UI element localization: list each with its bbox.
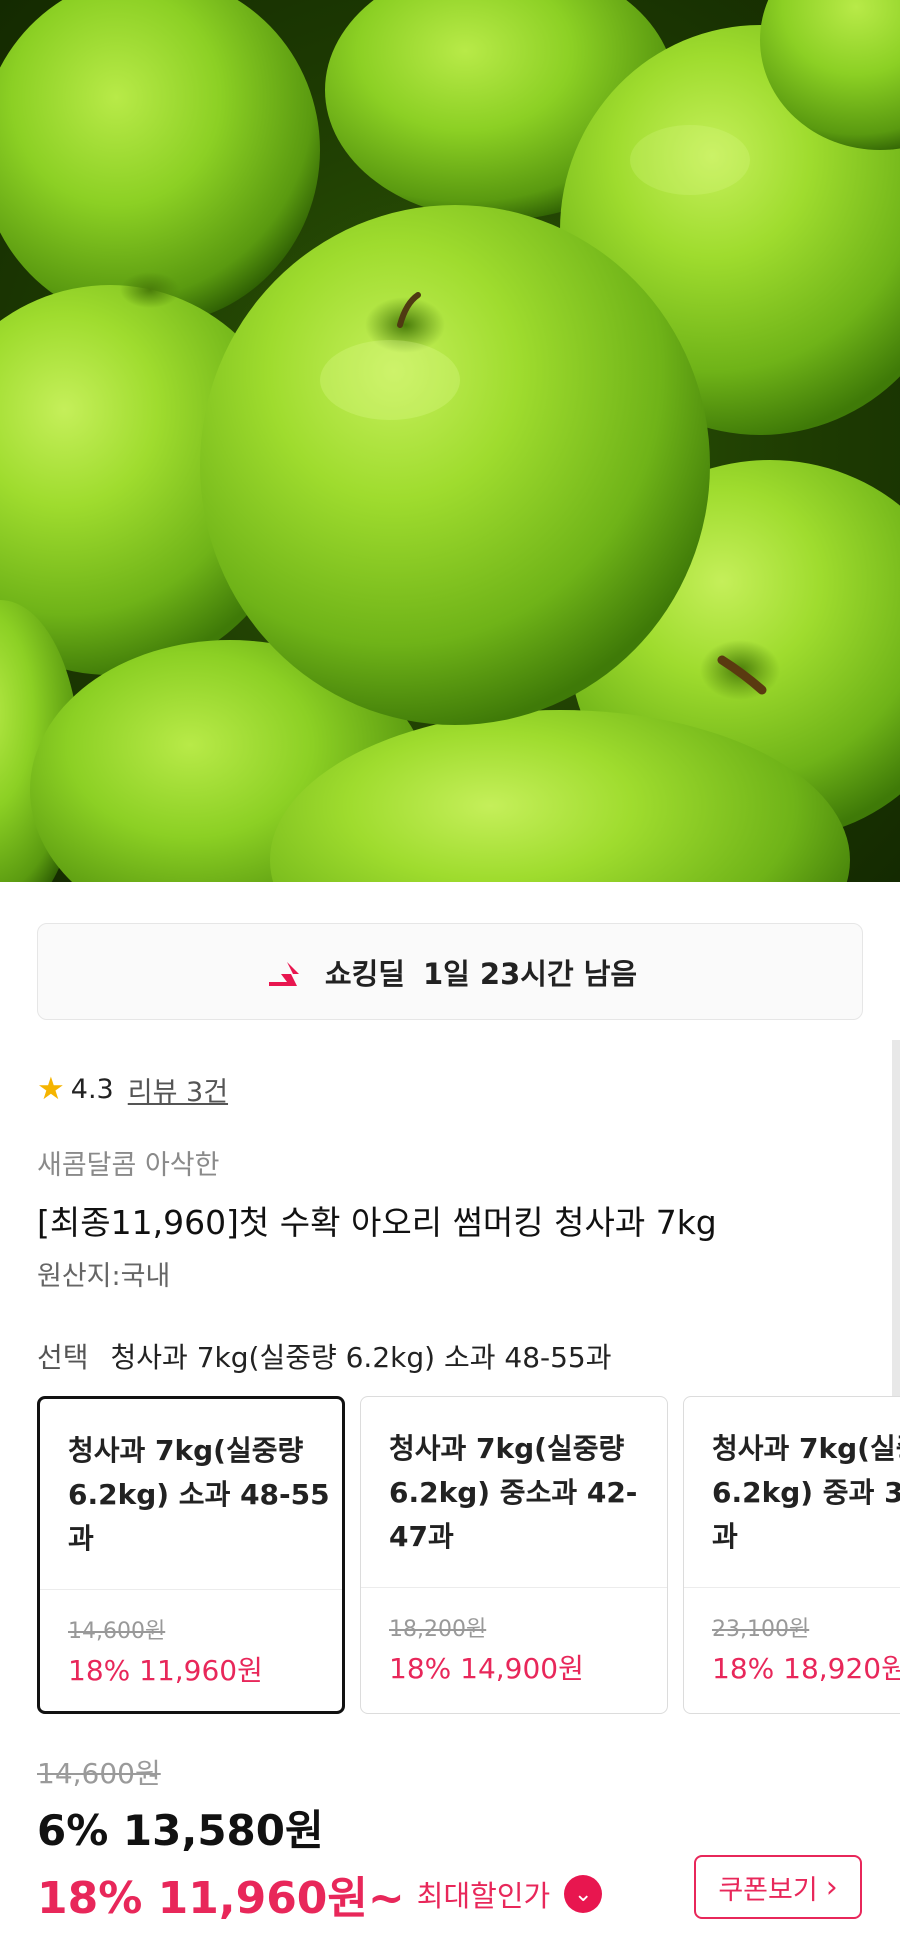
rating: ★ 4.3 리뷰 3건 bbox=[37, 1070, 228, 1109]
option-card[interactable]: 청사과 7kg(실중량 6.2kg) 소과 48-55과 14,600원 18%… bbox=[37, 1396, 345, 1714]
coupon-price: 6% 13,580원 bbox=[37, 1806, 324, 1855]
max-discount-value: 18% 11,960원~ bbox=[37, 1873, 405, 1924]
selected-option: 선택 청사과 7kg(실중량 6.2kg) 소과 48-55과 bbox=[37, 1336, 612, 1376]
shocking-deal-banner[interactable]: 쇼킹딜 1일 23시간 남음 bbox=[37, 923, 863, 1020]
option-list[interactable]: 청사과 7kg(실중량 6.2kg) 소과 48-55과 14,600원 18%… bbox=[37, 1396, 900, 1714]
review-count-link[interactable]: 리뷰 3건 bbox=[128, 1070, 228, 1109]
max-discount-label: 최대할인가 bbox=[416, 1879, 551, 1913]
coupon-button-label: 쿠폰보기 bbox=[718, 1874, 818, 1906]
rating-score: 4.3 bbox=[70, 1074, 114, 1105]
max-discount-price[interactable]: 18% 11,960원~ 최대할인가 ⌄ bbox=[37, 1862, 603, 1926]
original-price: 14,600원 bbox=[37, 1757, 161, 1790]
divider bbox=[361, 1587, 667, 1588]
selection-label: 선택 bbox=[37, 1341, 89, 1374]
shocking-deal-icon bbox=[263, 952, 307, 992]
option-name: 청사과 7kg(실중량 6.2kg) 중소과 42-47과 bbox=[389, 1432, 638, 1553]
star-icon: ★ bbox=[37, 1071, 65, 1107]
deal-label: 쇼킹딜 bbox=[324, 956, 405, 991]
chevron-right-icon: › bbox=[825, 1869, 838, 1905]
product-subtitle: 새콤달콤 아삭한 bbox=[37, 1150, 220, 1181]
green-apples-photo bbox=[0, 0, 900, 882]
option-original-price: 18,200원 bbox=[389, 1617, 487, 1642]
view-coupon-button[interactable]: 쿠폰보기 › bbox=[694, 1855, 862, 1919]
product-image bbox=[0, 0, 900, 882]
deal-remaining-time: 1일 23시간 남음 bbox=[422, 956, 638, 991]
option-sale-price: 18% 18,920원 bbox=[712, 1652, 900, 1685]
divider bbox=[40, 1589, 342, 1590]
option-original-price: 14,600원 bbox=[68, 1619, 166, 1644]
option-card[interactable]: 청사과 7kg(실중량 6.2kg) 중과 37-41과 23,100원 18%… bbox=[683, 1396, 900, 1714]
option-sale-price: 18% 11,960원 bbox=[68, 1654, 263, 1687]
option-name: 청사과 7kg(실중량 6.2kg) 중과 37-41과 bbox=[712, 1432, 900, 1553]
option-name: 청사과 7kg(실중량 6.2kg) 소과 48-55과 bbox=[68, 1434, 330, 1555]
chevron-down-badge-icon[interactable]: ⌄ bbox=[564, 1875, 603, 1913]
product-title: [최종11,960]첫 수확 아오리 썸머킹 청사과 7kg bbox=[37, 1203, 717, 1242]
option-card[interactable]: 청사과 7kg(실중량 6.2kg) 중소과 42-47과 18,200원 18… bbox=[360, 1396, 668, 1714]
option-original-price: 23,100원 bbox=[712, 1617, 810, 1642]
product-origin: 원산지:국내 bbox=[37, 1261, 171, 1292]
divider bbox=[684, 1587, 900, 1588]
option-sale-price: 18% 14,900원 bbox=[389, 1652, 584, 1685]
selection-value: 청사과 7kg(실중량 6.2kg) 소과 48-55과 bbox=[110, 1341, 612, 1374]
